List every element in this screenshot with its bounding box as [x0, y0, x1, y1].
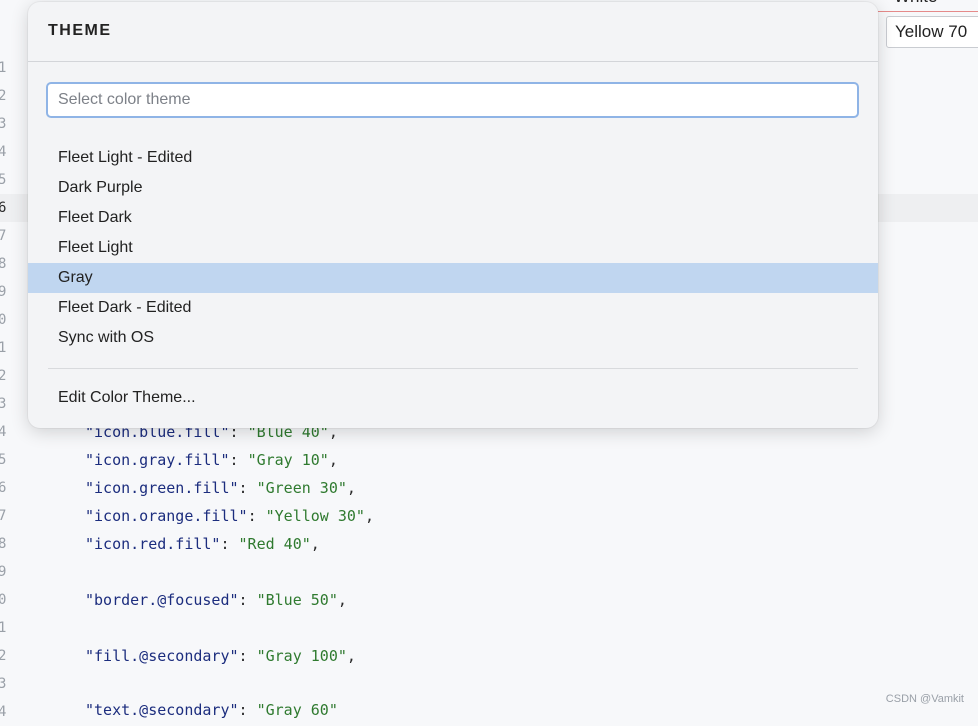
theme-item-fleet-dark-edited[interactable]: Fleet Dark - Edited	[28, 293, 878, 323]
line-number: 9	[0, 564, 7, 580]
line-number: 2	[0, 648, 7, 664]
line-number: 8	[0, 536, 7, 552]
code-line[interactable]: "icon.red.fill": "Red 40",	[85, 530, 320, 558]
json-value: "Yellow 30"	[265, 507, 365, 525]
line-number: 7	[0, 508, 7, 524]
json-key: "icon.orange.fill"	[85, 507, 248, 525]
line-number: 3	[0, 676, 7, 692]
json-value: "Gray 100"	[256, 647, 347, 665]
json-key: "text.@secondary"	[85, 701, 239, 719]
line-number: 5	[0, 172, 7, 188]
json-value: "Gray 10"	[247, 451, 329, 469]
line-number: 3	[0, 396, 7, 412]
line-number: 5	[0, 452, 7, 468]
line-number: 3	[0, 116, 7, 132]
popup-title: THEME	[48, 22, 112, 39]
line-number: 1	[0, 340, 7, 356]
code-line[interactable]: "icon.gray.fill": "Gray 10",	[85, 446, 338, 474]
json-value: "Red 40"	[238, 535, 311, 553]
json-key: "border.@focused"	[85, 591, 239, 609]
line-number: 4	[0, 424, 7, 440]
line-number: 1	[0, 60, 7, 76]
line-number: 1	[0, 620, 7, 636]
code-line[interactable]: "border.@focused": "Blue 50",	[85, 586, 347, 614]
json-value: "Green 30"	[256, 479, 347, 497]
line-number: 0	[0, 312, 7, 328]
theme-item-gray[interactable]: Gray	[28, 263, 878, 293]
line-number: 2	[0, 88, 7, 104]
code-line[interactable]: "icon.green.fill": "Green 30",	[85, 474, 356, 502]
json-value: "Gray 60"	[256, 701, 338, 719]
color-value-field-top[interactable]: White	[878, 0, 978, 12]
line-number: 2	[0, 368, 7, 384]
line-number: 9	[0, 284, 7, 300]
theme-item-fleet-dark[interactable]: Fleet Dark	[28, 203, 878, 233]
theme-popup: THEME Fleet Light - Edited Dark Purple F…	[28, 2, 878, 428]
divider	[48, 368, 858, 369]
theme-item-fleet-light[interactable]: Fleet Light	[28, 233, 878, 263]
line-number: 8	[0, 256, 7, 272]
code-line[interactable]: "fill.@secondary": "Gray 100",	[85, 642, 356, 670]
json-key: "fill.@secondary"	[85, 647, 239, 665]
line-number-current: 6	[0, 200, 7, 216]
theme-search-input[interactable]	[46, 82, 859, 118]
json-key: "icon.red.fill"	[85, 535, 221, 553]
code-line[interactable]: "icon.orange.fill": "Yellow 30",	[85, 502, 374, 530]
line-number: 7	[0, 228, 7, 244]
theme-list: Fleet Light - Edited Dark Purple Fleet D…	[28, 143, 878, 353]
json-value: "Blue 50"	[256, 591, 338, 609]
line-number: 0	[0, 592, 7, 608]
theme-item-fleet-light-edited[interactable]: Fleet Light - Edited	[28, 143, 878, 173]
edit-color-theme-action[interactable]: Edit Color Theme...	[58, 383, 196, 413]
json-key: "icon.gray.fill"	[85, 451, 230, 469]
theme-item-sync-with-os[interactable]: Sync with OS	[28, 323, 878, 353]
line-number: 4	[0, 144, 7, 160]
json-key: "icon.green.fill"	[85, 479, 239, 497]
line-number: 6	[0, 480, 7, 496]
color-value-field[interactable]: Yellow 70	[886, 16, 978, 48]
divider	[28, 61, 878, 62]
theme-item-dark-purple[interactable]: Dark Purple	[28, 173, 878, 203]
watermark: CSDN @Vamkit	[885, 693, 964, 705]
code-line[interactable]: "text.@secondary": "Gray 60"	[85, 696, 338, 724]
line-number: 4	[0, 704, 7, 720]
